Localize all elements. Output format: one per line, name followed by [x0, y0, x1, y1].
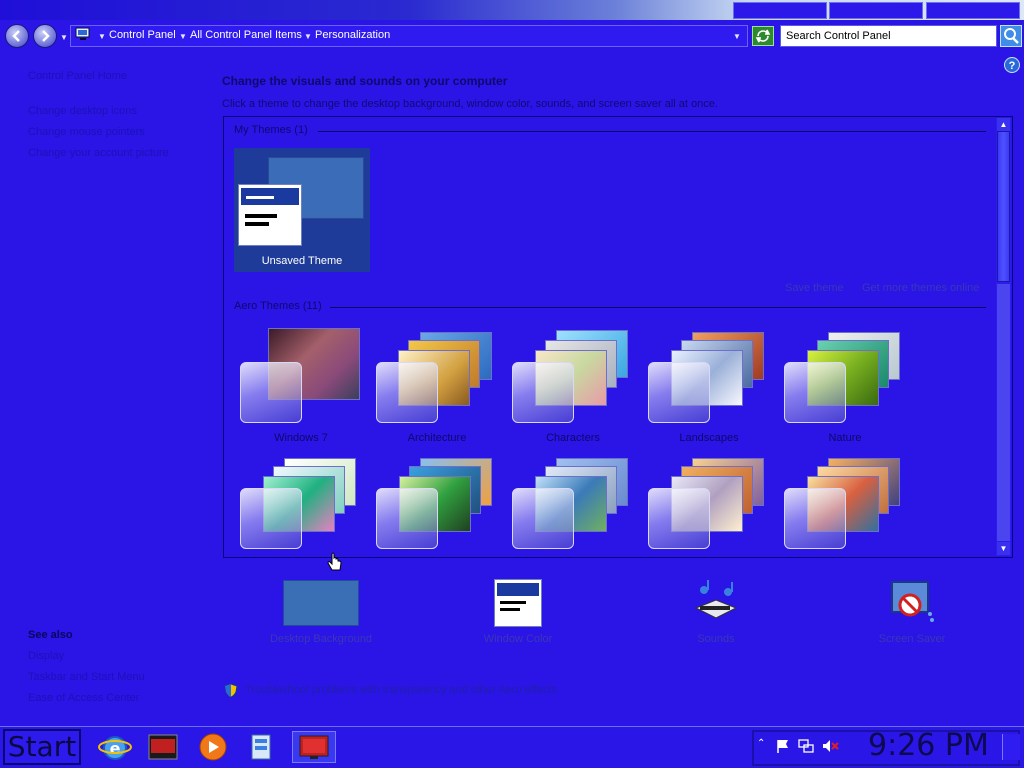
minimize-button[interactable]	[733, 2, 827, 19]
file-explorer-icon[interactable]	[244, 731, 278, 763]
breadcrumb-personalization[interactable]: Personalization	[315, 29, 390, 41]
taskbar-start-menu-link[interactable]: Taskbar and Start Menu	[28, 671, 145, 683]
search-icon	[1004, 28, 1019, 44]
maximize-button[interactable]	[829, 2, 923, 19]
control-panel-home-link[interactable]: Control Panel Home	[28, 70, 127, 82]
address-dropdown-icon[interactable]: ▼	[733, 32, 741, 41]
show-hidden-icons-chevron-icon[interactable]: ⌃	[757, 738, 765, 749]
my-themes-label: My Themes (1)	[234, 124, 308, 136]
scroll-down-arrow-icon[interactable]: ▼	[997, 542, 1010, 555]
see-also-heading: See also	[28, 629, 73, 641]
screen-saver-icon[interactable]	[888, 578, 936, 626]
preview-line	[500, 601, 526, 604]
back-button[interactable]	[5, 24, 29, 48]
scroll-up-arrow-icon[interactable]: ▲	[997, 118, 1010, 131]
network-icon[interactable]	[798, 738, 814, 754]
change-account-picture-link[interactable]: Change your account picture	[28, 147, 169, 159]
ease-of-access-link[interactable]: Ease of Access Center	[28, 692, 139, 704]
change-desktop-icons-link[interactable]: Change desktop icons	[28, 105, 137, 117]
breadcrumb-chevron-icon[interactable]: ▼	[98, 32, 106, 41]
recent-pages-chevron-icon[interactable]: ▼	[60, 33, 68, 42]
theme-name: Nature	[828, 432, 862, 444]
theme-name: Characters	[546, 432, 600, 444]
start-button[interactable]: Start	[3, 729, 81, 765]
theme-glass-swatch	[648, 488, 710, 549]
hand-cursor-icon	[326, 552, 344, 576]
theme-glass-swatch	[376, 362, 438, 423]
window-color-label[interactable]: Window Color	[448, 633, 588, 645]
show-desktop-button[interactable]	[1002, 734, 1020, 760]
section-divider	[330, 307, 986, 308]
preview-line	[245, 214, 277, 218]
theme-glass-swatch	[784, 362, 846, 423]
theme-glass-swatch	[784, 488, 846, 549]
page-subtitle: Click a theme to change the desktop back…	[222, 98, 718, 110]
forward-arrow-icon	[42, 30, 50, 42]
windows-media-player-icon[interactable]	[196, 731, 230, 763]
action-center-flag-icon[interactable]	[775, 738, 791, 754]
search-placeholder: Search Control Panel	[786, 30, 891, 42]
theme-name: Windows 7	[274, 432, 328, 444]
volume-muted-icon[interactable]	[821, 738, 839, 754]
back-arrow-icon	[12, 30, 20, 42]
breadcrumb-control-panel[interactable]: Control Panel	[109, 29, 176, 41]
theme-name: Architecture	[407, 432, 467, 444]
personalization-taskbar-button[interactable]	[292, 731, 336, 763]
desktop-background-icon[interactable]	[283, 580, 359, 626]
close-button[interactable]	[926, 2, 1020, 19]
theme-glass-swatch	[240, 362, 302, 423]
theme-glass-swatch	[512, 488, 574, 549]
refresh-button[interactable]	[752, 26, 774, 46]
theme-name: Landscapes	[679, 432, 739, 444]
sounds-icon[interactable]	[692, 578, 740, 626]
preview-line	[246, 196, 274, 199]
theme-glass-swatch	[648, 362, 710, 423]
search-button[interactable]	[1000, 25, 1022, 47]
get-more-themes-link[interactable]: Get more themes online	[862, 282, 979, 294]
change-mouse-pointers-link[interactable]: Change mouse pointers	[28, 126, 145, 138]
theme-glass-swatch	[376, 488, 438, 549]
theme-glass-swatch	[512, 362, 574, 423]
screen-saver-label[interactable]: Screen Saver	[842, 633, 982, 645]
preview-line	[245, 222, 269, 226]
breadcrumb-all-items[interactable]: All Control Panel Items	[190, 29, 302, 41]
troubleshoot-link[interactable]: Troubleshoot problems with transparency …	[245, 684, 557, 696]
shield-icon	[224, 683, 238, 698]
internet-explorer-icon[interactable]: e	[98, 731, 132, 763]
help-icon[interactable]: ?	[1004, 57, 1020, 73]
scrollbar-track[interactable]	[997, 284, 1010, 541]
scrollbar-thumb[interactable]	[997, 131, 1010, 282]
forward-button[interactable]	[33, 24, 57, 48]
sounds-label[interactable]: Sounds	[646, 633, 786, 645]
preview-line	[500, 608, 520, 611]
media-player-icon[interactable]	[146, 731, 180, 763]
unsaved-theme-label: Unsaved Theme	[261, 255, 343, 267]
control-panel-icon	[75, 27, 91, 41]
display-link[interactable]: Display	[28, 650, 64, 662]
aero-themes-label: Aero Themes (11)	[234, 300, 322, 312]
breadcrumb-chevron-icon[interactable]: ▼	[179, 32, 187, 41]
breadcrumb-chevron-icon[interactable]: ▼	[304, 32, 312, 41]
refresh-icon	[755, 29, 771, 43]
save-theme-link[interactable]: Save theme	[785, 282, 844, 294]
window-color-titlebar	[497, 583, 539, 596]
system-clock[interactable]: 9:26 PM	[868, 728, 989, 763]
page-title: Change the visuals and sounds on your co…	[222, 74, 508, 88]
section-divider	[318, 131, 986, 132]
desktop-background-label[interactable]: Desktop Background	[251, 633, 391, 645]
theme-glass-swatch	[240, 488, 302, 549]
